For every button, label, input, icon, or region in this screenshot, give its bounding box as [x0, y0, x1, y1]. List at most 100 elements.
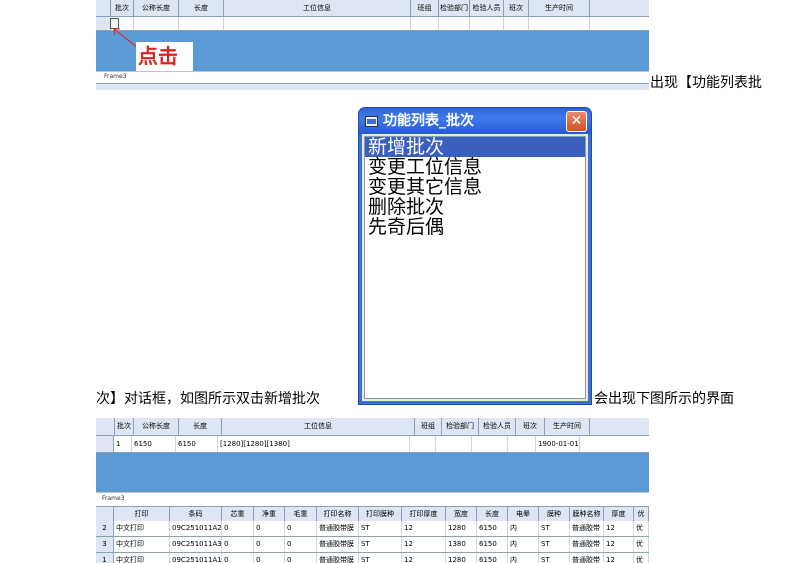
table-cell: 内	[508, 553, 539, 563]
col-header[interactable]: 长度	[179, 0, 224, 16]
table-cell: 中文打印	[114, 537, 170, 552]
paragraph-line2-tail: 会出现下图所示的界面	[594, 391, 734, 407]
col-header[interactable]: 膜种	[539, 507, 570, 521]
col-header[interactable]: 优	[634, 507, 649, 521]
col-header[interactable]: 检验人员	[470, 0, 504, 16]
col-header[interactable]: 毛重	[285, 507, 317, 521]
table-cell: 0	[254, 537, 285, 552]
col-header[interactable]: 打印	[114, 507, 170, 521]
function-listbox[interactable]: 新增批次 变更工位信息 变更其它信息 删除批次 先奇后偶	[364, 136, 586, 399]
col-header[interactable]: 备注	[590, 0, 649, 16]
close-icon[interactable]: ✕	[566, 111, 587, 132]
frame3-groupbox: Frame3	[96, 492, 649, 507]
col-header[interactable]: 公称长度	[134, 418, 179, 435]
paragraph-line2-head: 次】对话框，如图所示双击新增批次	[96, 391, 320, 407]
table-cell: ST	[539, 521, 570, 536]
col-header[interactable]: 批次	[115, 418, 134, 435]
col-header[interactable]: 工位信息	[222, 418, 415, 435]
table-cell	[472, 436, 508, 452]
window-icon	[365, 116, 378, 127]
table-row[interactable]: 1 6150 6150 [1280][1280][1380] 1900-01-0…	[96, 436, 649, 453]
table-cell: 优	[634, 521, 649, 536]
table-cell: 0	[254, 521, 285, 536]
batch-grid-empty-row[interactable]	[96, 17, 649, 31]
col-header[interactable]: 检验人员	[479, 418, 516, 435]
col-header[interactable]: 公称长度	[134, 0, 179, 16]
dialog-titlebar[interactable]: 功能列表_批次 ✕	[359, 108, 591, 134]
table-cell: 0	[222, 553, 254, 563]
row-header-corner	[96, 0, 111, 16]
table-cell: 普通胶带膜	[317, 553, 359, 563]
table-cell: 普通胶带膜	[317, 521, 359, 536]
top-grid-screenshot: 批次 公称长度 长度 工位信息 班组 检验部门 检验人员 班次 生产时间 备注 …	[96, 0, 649, 90]
col-header[interactable]: 电晕	[508, 507, 539, 521]
table-cell: 1280	[446, 553, 477, 563]
col-header[interactable]: 厚度	[604, 507, 634, 521]
row-number[interactable]: 2	[96, 521, 114, 536]
dialog-title: 功能列表_批次	[383, 113, 474, 129]
table-cell: 1900-01-01	[536, 436, 580, 452]
table-cell: 09C251011A21	[170, 521, 222, 536]
table-cell: 1380	[446, 537, 477, 552]
col-header[interactable]: 打印厚度	[402, 507, 446, 521]
table-cell: 0	[285, 521, 317, 536]
table-row[interactable]: 1 中文打印 09C251011A11 0 0 0 普通胶带膜 ST 12 12…	[96, 553, 649, 563]
col-header[interactable]: 长度	[477, 507, 508, 521]
table-cell: ST	[359, 553, 402, 563]
table-cell: 普通胶带	[570, 537, 604, 552]
col-header[interactable]: 工位信息	[224, 0, 411, 16]
col-header[interactable]: 条码	[170, 507, 222, 521]
col-header[interactable]: 班组	[415, 418, 442, 435]
list-item-add-batch[interactable]: 新增批次	[365, 137, 585, 157]
table-cell: 12	[402, 553, 446, 563]
col-header[interactable]: 班次	[516, 418, 545, 435]
col-header[interactable]: 班次	[504, 0, 529, 16]
col-header[interactable]: 净重	[254, 507, 285, 521]
table-cell: 0	[222, 521, 254, 536]
table-cell	[410, 436, 436, 452]
col-header[interactable]: 打印名称	[317, 507, 359, 521]
batch-grid-header: 批次 公称长度 长度 工位信息 班组 检验部门 检验人员 班次 生产时间 备注	[96, 0, 649, 17]
row-header[interactable]	[96, 436, 114, 452]
table-cell: 12	[604, 537, 634, 552]
list-item-change-other-info[interactable]: 变更其它信息	[365, 177, 585, 197]
col-header[interactable]: 芯重	[222, 507, 254, 521]
col-header[interactable]: 宽度	[446, 507, 477, 521]
col-header[interactable]: 长度	[179, 418, 222, 435]
col-header[interactable]: 批次	[111, 0, 134, 16]
table-cell: 0	[254, 553, 285, 563]
col-header[interactable]: 检验部门	[439, 0, 470, 16]
col-header[interactable]: 生产时间	[529, 0, 590, 16]
table-cell: 优	[634, 553, 649, 563]
col-header[interactable]: 打印膜种	[359, 507, 402, 521]
table-cell: 普通胶带	[570, 553, 604, 563]
col-header[interactable]: 生产时间	[545, 418, 590, 435]
list-item-odd-then-even[interactable]: 先奇后偶	[365, 217, 585, 237]
col-header[interactable]: 检验部门	[442, 418, 479, 435]
dialog-body: 新增批次 变更工位信息 变更其它信息 删除批次 先奇后偶	[362, 134, 588, 401]
row-number[interactable]: 3	[96, 537, 114, 552]
table-cell: 0	[222, 537, 254, 552]
table-cell	[436, 436, 472, 452]
col-header[interactable]: 班组	[411, 0, 439, 16]
table-row[interactable]: 2 中文打印 09C251011A21 0 0 0 普通胶带膜 ST 12 12…	[96, 521, 649, 537]
batch-grid-header: 批次 公称长度 长度 工位信息 班组 检验部门 检验人员 班次 生产时间	[96, 418, 649, 436]
row-number[interactable]: 1	[96, 553, 114, 563]
frame3-label: Frame3	[104, 73, 127, 80]
row-header-corner	[96, 507, 114, 521]
table-cell: 内	[508, 521, 539, 536]
list-item-change-station-info[interactable]: 变更工位信息	[365, 157, 585, 177]
frame3-label: Frame3	[102, 495, 125, 502]
paragraph-line1-tail: 出现【功能列表批	[650, 75, 762, 91]
callout-label: 点击	[138, 44, 178, 68]
list-item-delete-batch[interactable]: 删除批次	[365, 197, 585, 217]
table-cell: 优	[634, 537, 649, 552]
table-cell: 中文打印	[114, 521, 170, 536]
table-row[interactable]: 3 中文打印 09C251011A31 0 0 0 普通胶带膜 ST 12 13…	[96, 537, 649, 553]
function-list-dialog: 功能列表_批次 ✕ 新增批次 变更工位信息 变更其它信息 删除批次 先奇后偶	[359, 108, 591, 404]
col-header[interactable]: 膜种名称	[570, 507, 604, 521]
table-cell: ST	[539, 553, 570, 563]
table-cell: 1280	[446, 521, 477, 536]
table-cell: 0	[285, 553, 317, 563]
table-cell: 12	[604, 553, 634, 563]
